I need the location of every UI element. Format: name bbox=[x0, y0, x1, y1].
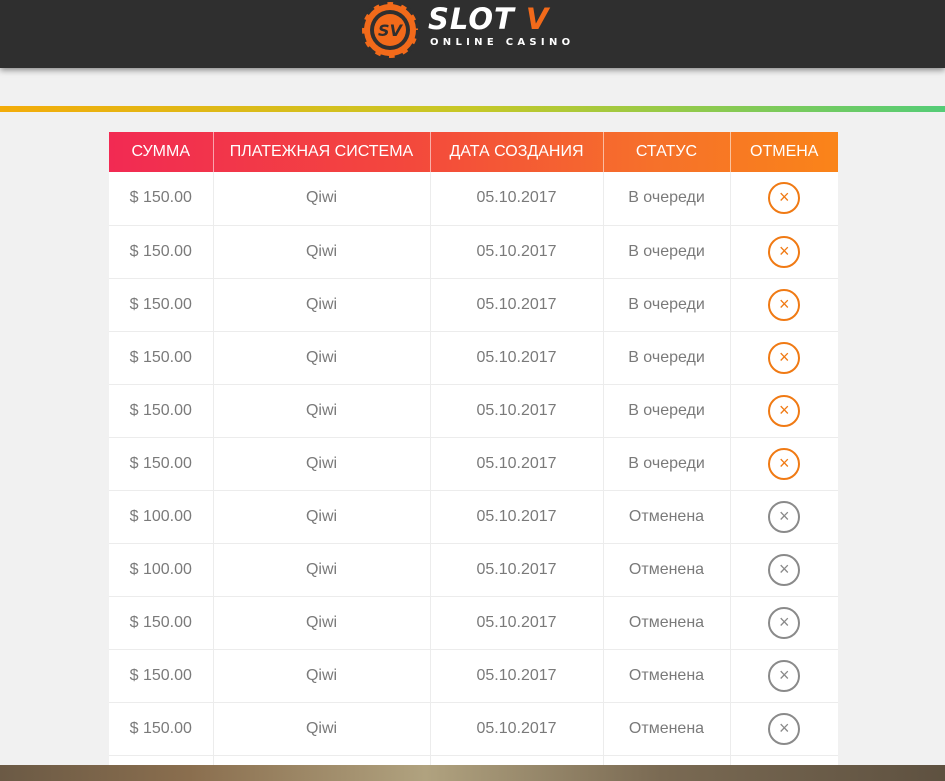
cell-status: Отменена bbox=[603, 490, 731, 544]
table-row: $ 150.00 Qiwi 05.10.2017 Отменена × bbox=[109, 596, 838, 650]
cell-cancel: × bbox=[730, 384, 838, 438]
cell-cancel: × bbox=[730, 172, 838, 226]
table-row: $ 150.00 Qiwi 05.10.2017 В очереди × bbox=[109, 278, 838, 332]
cell-amount: $ 150.00 bbox=[109, 596, 214, 650]
table-row: $ 150.00 Qiwi 05.10.2017 В очереди × bbox=[109, 225, 838, 279]
close-icon[interactable]: × bbox=[768, 341, 801, 374]
cell-amount: $ 100.00 bbox=[109, 543, 214, 597]
cell-payment-system: Qiwi bbox=[213, 490, 431, 544]
cell-cancel: × bbox=[730, 543, 838, 597]
cell-amount: $ 150.00 bbox=[109, 649, 214, 703]
cell-date: 05.10.2017 bbox=[430, 331, 604, 385]
cell-amount: $ 100.00 bbox=[109, 490, 214, 544]
cell-status: Отменена bbox=[603, 649, 731, 703]
cell-payment-system: Qiwi bbox=[213, 384, 431, 438]
cell-status: В очереди bbox=[603, 437, 731, 491]
close-icon[interactable]: × bbox=[768, 182, 801, 215]
column-header-amount[interactable]: СУММА bbox=[109, 132, 214, 172]
cell-amount: $ 150.00 bbox=[109, 702, 214, 756]
cell-payment-system: Qiwi bbox=[213, 278, 431, 332]
cell-status: В очереди bbox=[603, 384, 731, 438]
cell-cancel: × bbox=[730, 596, 838, 650]
close-icon[interactable]: × bbox=[768, 235, 801, 268]
table-header-row: СУММА ПЛАТЕЖНАЯ СИСТЕМА ДАТА СОЗДАНИЯ СТ… bbox=[109, 132, 838, 172]
logo-badge-text: SV bbox=[378, 21, 404, 40]
table-row: $ 150.00 Qiwi 05.10.2017 В очереди × bbox=[109, 331, 838, 385]
withdrawals-table-container: СУММА ПЛАТЕЖНАЯ СИСТЕМА ДАТА СОЗДАНИЯ СТ… bbox=[109, 132, 838, 772]
table-row: $ 100.00 Qiwi 05.10.2017 Отменена × bbox=[109, 490, 838, 544]
cell-cancel: × bbox=[730, 702, 838, 756]
cell-amount: $ 150.00 bbox=[109, 384, 214, 438]
table-row: $ 150.00 Qiwi 05.10.2017 Отменена × bbox=[109, 702, 838, 756]
close-icon[interactable]: × bbox=[768, 447, 801, 480]
cell-cancel: × bbox=[730, 490, 838, 544]
column-header-payment-system[interactable]: ПЛАТЕЖНАЯ СИСТЕМА bbox=[213, 132, 431, 172]
logo-word-accent: V bbox=[525, 2, 550, 36]
close-icon: × bbox=[768, 712, 801, 745]
table-row: $ 150.00 Qiwi 05.10.2017 В очереди × bbox=[109, 172, 838, 226]
table-row: $ 100.00 Qiwi 05.10.2017 Отменена × bbox=[109, 543, 838, 597]
cell-amount: $ 150.00 bbox=[109, 437, 214, 491]
cell-status: Отменена bbox=[603, 596, 731, 650]
cell-date: 05.10.2017 bbox=[430, 702, 604, 756]
cell-status: В очереди bbox=[603, 278, 731, 332]
column-header-date[interactable]: ДАТА СОЗДАНИЯ bbox=[430, 132, 604, 172]
gradient-divider bbox=[0, 106, 945, 112]
close-icon[interactable]: × bbox=[768, 394, 801, 427]
cell-payment-system: Qiwi bbox=[213, 225, 431, 279]
cell-payment-system: Qiwi bbox=[213, 702, 431, 756]
cell-payment-system: Qiwi bbox=[213, 437, 431, 491]
cell-cancel: × bbox=[730, 225, 838, 279]
logo-subtitle: ONLINE CASINO bbox=[430, 37, 575, 48]
site-logo[interactable]: SV SLOT V ONLINE CASINO bbox=[360, 0, 590, 60]
table-row: $ 150.00 Qiwi 05.10.2017 Отменена × bbox=[109, 649, 838, 703]
cell-date: 05.10.2017 bbox=[430, 278, 604, 332]
cell-status: В очереди bbox=[603, 331, 731, 385]
logo-wordmark: SLOT V bbox=[428, 2, 549, 36]
withdrawals-table: СУММА ПЛАТЕЖНАЯ СИСТЕМА ДАТА СОЗДАНИЯ СТ… bbox=[109, 132, 838, 772]
cell-payment-system: Qiwi bbox=[213, 172, 431, 226]
cell-date: 05.10.2017 bbox=[430, 225, 604, 279]
close-icon: × bbox=[768, 500, 801, 533]
footer-background bbox=[0, 765, 945, 781]
cell-payment-system: Qiwi bbox=[213, 649, 431, 703]
cell-payment-system: Qiwi bbox=[213, 596, 431, 650]
cell-cancel: × bbox=[730, 331, 838, 385]
table-row: $ 150.00 Qiwi 05.10.2017 В очереди × bbox=[109, 384, 838, 438]
cell-date: 05.10.2017 bbox=[430, 172, 604, 226]
cell-amount: $ 150.00 bbox=[109, 172, 214, 226]
cell-payment-system: Qiwi bbox=[213, 331, 431, 385]
close-icon: × bbox=[768, 606, 801, 639]
cell-date: 05.10.2017 bbox=[430, 384, 604, 438]
cell-date: 05.10.2017 bbox=[430, 490, 604, 544]
cell-date: 05.10.2017 bbox=[430, 437, 604, 491]
cell-date: 05.10.2017 bbox=[430, 649, 604, 703]
cell-amount: $ 150.00 bbox=[109, 331, 214, 385]
logo-word: SLOT bbox=[428, 2, 515, 36]
close-icon: × bbox=[768, 659, 801, 692]
cell-date: 05.10.2017 bbox=[430, 543, 604, 597]
cell-status: Отменена bbox=[603, 543, 731, 597]
cell-status: В очереди bbox=[603, 172, 731, 226]
column-header-cancel: ОТМЕНА bbox=[750, 143, 819, 160]
cell-cancel: × bbox=[730, 278, 838, 332]
cell-amount: $ 150.00 bbox=[109, 225, 214, 279]
cell-status: Отменена bbox=[603, 702, 731, 756]
cell-status: В очереди bbox=[603, 225, 731, 279]
site-header: SV SLOT V ONLINE CASINO bbox=[0, 0, 945, 68]
cell-cancel: × bbox=[730, 649, 838, 703]
cell-payment-system: Qiwi bbox=[213, 543, 431, 597]
close-icon: × bbox=[768, 553, 801, 586]
column-header-status[interactable]: СТАТУС bbox=[603, 132, 731, 172]
cell-cancel: × bbox=[730, 437, 838, 491]
casino-chip-icon: SV bbox=[360, 0, 420, 60]
cell-date: 05.10.2017 bbox=[430, 596, 604, 650]
table-body: $ 150.00 Qiwi 05.10.2017 В очереди × $ 150.00… bbox=[109, 172, 838, 772]
cell-amount: $ 150.00 bbox=[109, 278, 214, 332]
table-row: $ 150.00 Qiwi 05.10.2017 В очереди × bbox=[109, 437, 838, 491]
close-icon[interactable]: × bbox=[768, 288, 801, 321]
